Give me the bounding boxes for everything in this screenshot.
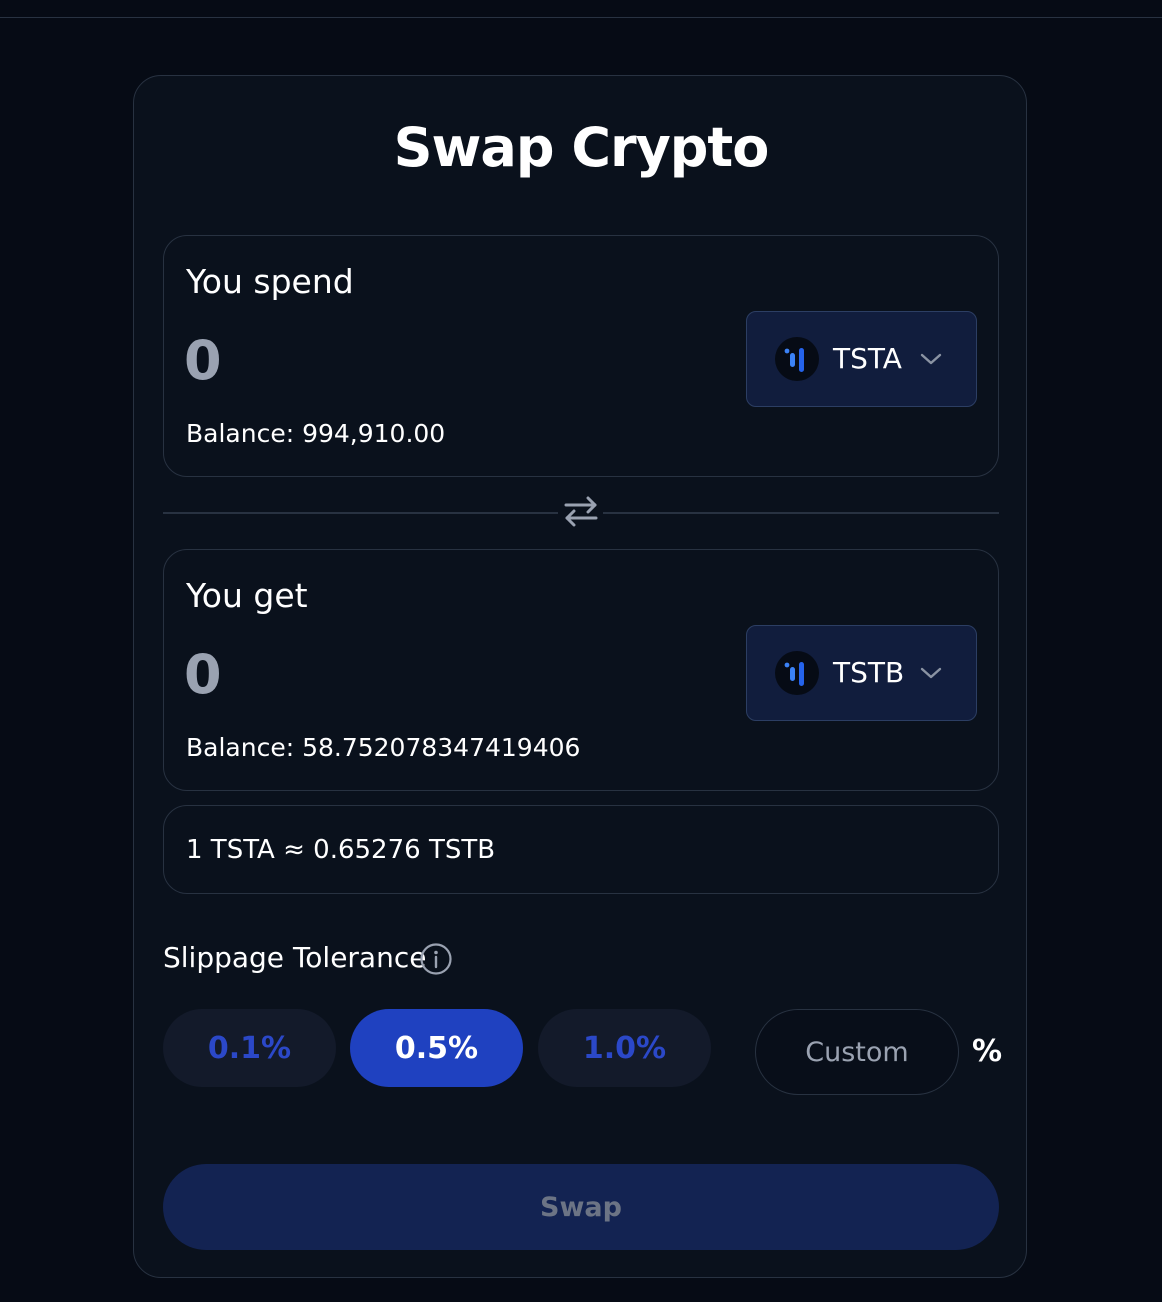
- divider-left: [163, 512, 558, 514]
- info-icon[interactable]: [419, 942, 453, 976]
- swap-button[interactable]: Swap: [163, 1164, 999, 1250]
- slippage-option-0-1[interactable]: 0.1%: [163, 1009, 336, 1087]
- get-label: You get: [186, 576, 308, 615]
- spend-token-name: TSTA: [833, 342, 902, 375]
- percent-sign: %: [972, 1034, 1003, 1069]
- get-amount-input[interactable]: 0: [184, 642, 222, 708]
- token-logo-icon: [775, 337, 819, 381]
- get-token-name: TSTB: [833, 656, 905, 689]
- slippage-label: Slippage Tolerance: [163, 941, 427, 974]
- top-divider: [0, 17, 1162, 18]
- chevron-down-icon: [919, 352, 943, 366]
- get-panel: You get 0 Balance: 58.752078347419406 TS…: [163, 549, 999, 791]
- spend-token-selector[interactable]: TSTA: [746, 311, 977, 407]
- get-balance: Balance: 58.752078347419406: [186, 733, 581, 762]
- swap-arrows-icon: [563, 495, 599, 531]
- spend-amount-input[interactable]: 0: [184, 328, 222, 394]
- slippage-option-1-0[interactable]: 1.0%: [538, 1009, 711, 1087]
- spend-label: You spend: [186, 262, 354, 301]
- chevron-down-icon: [919, 666, 943, 680]
- spend-panel: You spend 0 Balance: 994,910.00 TSTA: [163, 235, 999, 477]
- spend-balance: Balance: 994,910.00: [186, 419, 446, 448]
- custom-slippage-input[interactable]: [755, 1009, 959, 1095]
- slippage-option-0-5[interactable]: 0.5%: [350, 1009, 523, 1087]
- get-token-selector[interactable]: TSTB: [746, 625, 977, 721]
- swap-direction-button[interactable]: [558, 492, 603, 534]
- exchange-rate: 1 TSTA ≈ 0.65276 TSTB: [163, 805, 999, 894]
- token-logo-icon: [775, 651, 819, 695]
- page-title: Swap Crypto: [393, 116, 770, 179]
- divider-right: [603, 512, 999, 514]
